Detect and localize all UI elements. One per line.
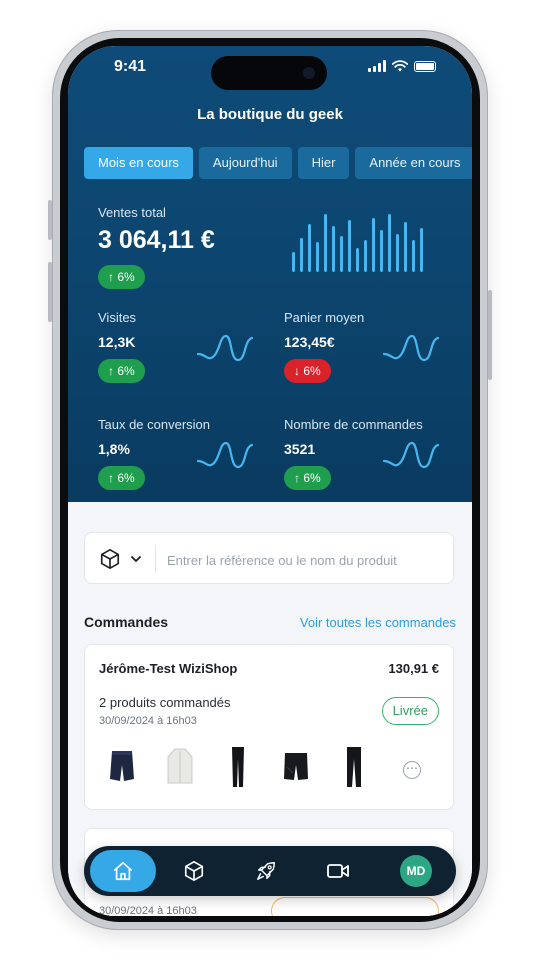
period-tabs: Mois en cours Aujourd'hui Hier Année en … [84,147,472,179]
order-status-badge [271,897,439,916]
total-sales-trend-badge: ↑ 6% [98,265,145,289]
tab-yesterday[interactable]: Hier [297,147,350,179]
total-sales-label: Ventes total [98,205,166,220]
orders-count-sparkline [382,441,440,469]
power-button [488,290,492,380]
order-card[interactable]: Jérôme-Test WiziShop 130,91 € 2 produits… [84,644,454,810]
status-icons [368,60,436,72]
nav-marketing-button[interactable] [248,853,284,889]
conversion-label: Taux de conversion [98,417,211,432]
chevron-down-icon[interactable] [131,555,141,563]
bottom-navigation: MD [84,846,456,896]
avg-cart-sparkline [382,334,440,362]
order-products-count: 2 produits commandés [99,695,231,710]
dashboard-header: 9:41 La boutique du geek Mois en cours A… [68,46,472,502]
visits-trend-badge: ↑ 6% [98,359,145,383]
avg-cart-value: 123,45€ [284,334,335,350]
avg-cart-trend-badge: ↓ 6% [284,359,331,383]
product-search-input[interactable] [165,545,449,575]
visits-label: Visites [98,310,137,325]
sales-bar-sparkline [292,214,423,272]
cube-icon [184,861,204,881]
status-bar: 9:41 [68,46,472,92]
avg-cart-label: Panier moyen [284,310,365,325]
visits-value: 12,3K [98,334,136,350]
order-status-badge: Livrée [381,697,439,725]
product-thumbnail-leggings-black [232,747,244,787]
search-divider [155,545,156,573]
volume-up-button [48,200,52,240]
orders-section-title: Commandes [84,614,169,630]
battery-icon [414,60,436,72]
nav-home-button[interactable] [90,850,156,892]
order-amount: 130,91 € [388,661,439,676]
nav-video-button[interactable] [320,853,356,889]
visits-sparkline [196,334,254,362]
more-options-icon[interactable]: ⋯ [403,761,421,779]
app-screen: 9:41 La boutique du geek Mois en cours A… [68,46,472,916]
view-all-orders-link[interactable]: Voir toutes les commandes [300,615,456,630]
tab-today[interactable]: Aujourd'hui [198,147,292,179]
orders-count-label: Nombre de commandes [284,417,423,432]
product-search-bar [84,532,454,584]
home-icon [113,861,133,881]
product-thumbnail-shorts-black [284,753,308,780]
conversion-sparkline [196,441,254,469]
product-thumbnail-shorts-navy [110,751,134,781]
conversion-trend-badge: ↑ 6% [98,466,145,490]
dynamic-island [211,56,327,90]
status-time: 9:41 [114,58,147,75]
order-date: 30/09/2024 à 16h03 [99,715,197,727]
shop-title: La boutique du geek [197,106,343,123]
order-customer-name: Jérôme-Test WiziShop [99,661,238,676]
order-date: 30/09/2024 à 16h03 [99,905,197,916]
tab-current-year[interactable]: Année en cours [355,147,472,179]
tab-current-month[interactable]: Mois en cours [84,147,193,179]
cube-icon[interactable] [99,548,121,570]
conversion-value: 1,8% [98,441,130,457]
video-camera-icon [327,864,349,878]
volume-down-button [48,262,52,322]
nav-products-button[interactable] [176,853,212,889]
signal-icon [368,60,386,72]
rocket-icon [257,862,275,880]
orders-count-trend-badge: ↑ 6% [284,466,331,490]
wifi-icon [392,60,408,72]
product-thumbnail-jacket-white [167,748,193,784]
user-avatar[interactable]: MD [400,855,432,887]
orders-count-value: 3521 [284,441,316,457]
product-thumbnail-pants-black [347,747,361,787]
total-sales-value: 3 064,11 € [98,226,215,254]
product-thumbnails [107,745,369,789]
